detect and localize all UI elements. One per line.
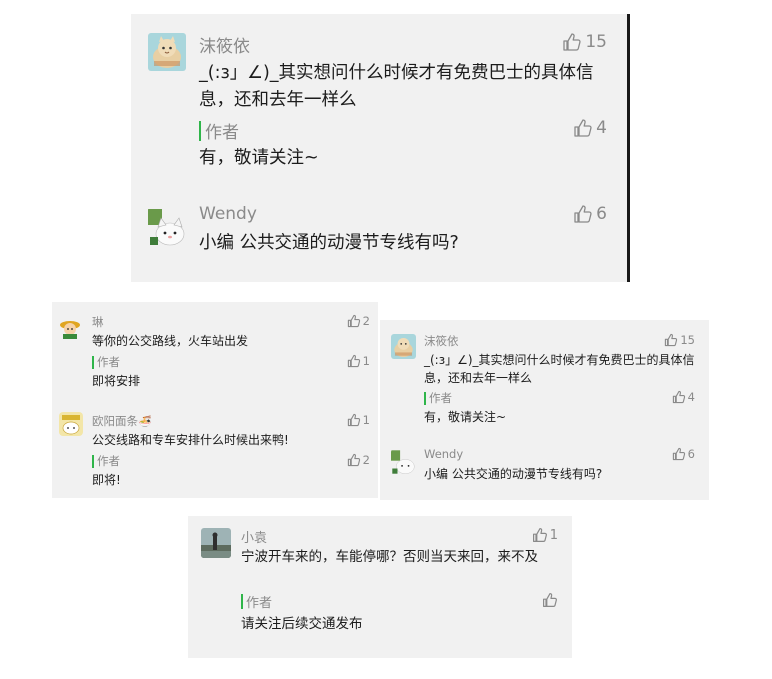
photo-avatar-icon[interactable]: [201, 528, 231, 558]
comment-text: _(:з」∠)_其实想问什么时候才有免费巴士的具体信息，还和去年一样么: [424, 353, 695, 385]
thumbs-up-icon: [574, 205, 592, 223]
comment-panel-left: 琳 2 等你的公交路线，火车站出发 作者 1 即将安排 欧阳面条🍜 1 公交线路…: [52, 302, 378, 498]
author-reply-text: 即将!: [92, 473, 121, 487]
like-count: 1: [549, 527, 558, 543]
author-reply-text: 请关注后续交通发布: [241, 616, 363, 632]
thumbs-up-icon: [672, 390, 685, 404]
thumbs-up-icon: [347, 453, 360, 467]
like-count: 15: [680, 333, 695, 347]
author-like-button[interactable]: [542, 592, 558, 608]
cat-avatar-icon[interactable]: [391, 334, 416, 359]
cat-avatar-icon[interactable]: [148, 207, 188, 247]
like-button[interactable]: 6: [672, 447, 695, 461]
author-bar: [241, 594, 243, 609]
cat-avatar-icon[interactable]: [391, 449, 417, 475]
author-reply-label: 作者: [241, 592, 272, 611]
author-like-button[interactable]: 4: [672, 390, 695, 404]
author-like-button[interactable]: 4: [573, 118, 607, 138]
author-like-button[interactable]: 1: [347, 354, 370, 368]
comment-text: 等你的公交路线，火车站出发: [92, 334, 249, 348]
author-bar: [424, 391, 426, 405]
author-like-button[interactable]: 2: [347, 453, 370, 467]
author-reply-label: 作者: [92, 453, 120, 469]
noodle-emoji-icon: 🍜: [138, 415, 152, 428]
thumbs-up-icon: [672, 447, 685, 461]
commenter-name[interactable]: 沫筱依: [199, 32, 250, 57]
thumbs-up-icon: [563, 33, 581, 51]
author-bar: [199, 120, 201, 141]
like-count: 4: [596, 118, 607, 138]
like-count: 2: [362, 453, 370, 467]
thumbs-up-icon: [347, 314, 360, 328]
like-button[interactable]: 2: [347, 314, 370, 328]
author-reply-label: 作者: [424, 390, 452, 406]
author-bar: [92, 454, 94, 468]
commenter-name[interactable]: 琳: [92, 314, 104, 330]
like-button[interactable]: 1: [532, 527, 558, 543]
like-button[interactable]: 6: [573, 204, 607, 224]
comment-text: 宁波开车来的，车能停哪？否则当天来回，来不及: [241, 549, 538, 565]
thumbs-up-icon: [574, 119, 592, 137]
like-count: 6: [687, 447, 695, 461]
commenter-name[interactable]: 小袁: [241, 527, 267, 546]
like-count: 4: [687, 390, 695, 404]
commenter-name[interactable]: 沫筱依: [424, 333, 459, 349]
author-reply-label: 作者: [92, 354, 120, 370]
like-count: 6: [596, 204, 607, 224]
comment-text: 公交线路和专车安排什么时候出来鸭!: [92, 433, 289, 447]
comment-panel-right: 沫筱依 15 _(:з」∠)_其实想问什么时候才有免费巴士的具体信息，还和去年一…: [380, 320, 709, 500]
comment-panel-bottom: 小袁 1 宁波开车来的，车能停哪？否则当天来回，来不及 作者 请关注后续交通发布: [188, 516, 572, 658]
author-reply-text: 有，敬请关注~: [199, 148, 319, 168]
comment-panel-top: 沫筱依 15 _(:з」∠)_其实想问什么时候才有免费巴士的具体信息，还和去年一…: [131, 14, 630, 282]
sticker-avatar-icon[interactable]: [59, 412, 83, 436]
like-button[interactable]: 1: [347, 413, 370, 427]
comment-text: _(:з」∠)_其实想问什么时候才有免费巴士的具体信息，还和去年一样么: [199, 63, 594, 110]
comment-text: 小编 公共交通的动漫节专线有吗?: [424, 467, 603, 481]
commenter-name[interactable]: Wendy: [199, 204, 257, 224]
thumbs-up-icon: [347, 413, 360, 427]
author-reply-label: 作者: [199, 118, 239, 143]
thumbs-up-icon: [532, 528, 547, 542]
commenter-name[interactable]: 欧阳面条🍜: [92, 413, 152, 429]
thumbs-up-icon: [665, 333, 678, 347]
comment-text: 小编 公共交通的动漫节专线有吗?: [199, 233, 459, 253]
cat-avatar-icon[interactable]: [148, 33, 186, 71]
like-count: 1: [362, 354, 370, 368]
author-bar: [92, 355, 94, 369]
commenter-name[interactable]: Wendy: [424, 447, 463, 461]
like-count: 15: [585, 32, 607, 52]
boy-avatar-icon[interactable]: [59, 317, 81, 339]
like-count: 1: [362, 413, 370, 427]
like-count: 2: [362, 314, 370, 328]
like-button[interactable]: 15: [562, 32, 607, 52]
author-reply-text: 有，敬请关注~: [424, 410, 507, 424]
thumbs-up-icon: [347, 354, 360, 368]
thumbs-up-icon: [543, 593, 557, 607]
author-reply-text: 即将安排: [92, 374, 141, 388]
like-button[interactable]: 15: [664, 333, 695, 347]
